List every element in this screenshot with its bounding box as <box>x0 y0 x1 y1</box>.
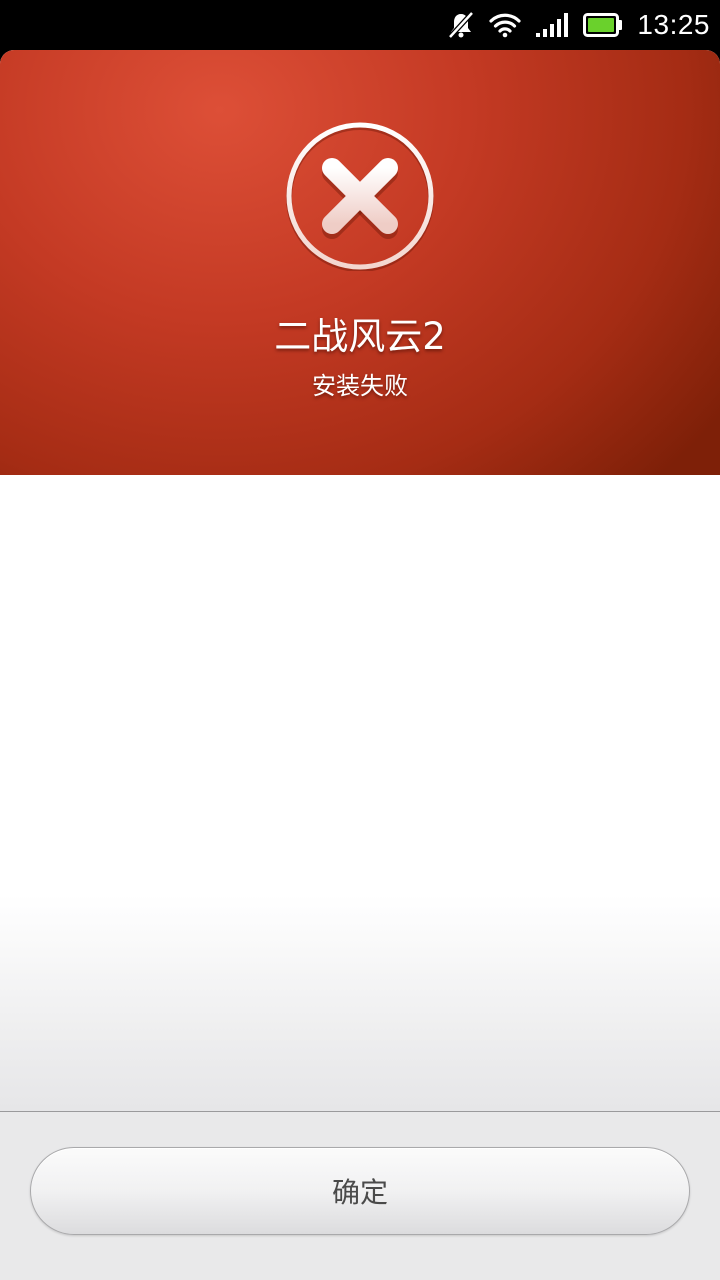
app-name: 二战风云2 <box>274 315 446 358</box>
status-icons: 13:25 <box>447 0 710 50</box>
notifications-muted-icon <box>447 11 475 39</box>
confirm-button[interactable]: 确定 <box>30 1147 690 1235</box>
screen: 13:25 二战风云2 安装失败 确定 <box>0 0 720 1280</box>
wifi-icon <box>489 12 522 38</box>
status-time: 13:25 <box>637 9 710 40</box>
result-header: 二战风云2 安装失败 <box>0 50 720 475</box>
close-x-icon <box>285 121 435 272</box>
battery-icon <box>583 13 623 37</box>
install-status-message: 安装失败 <box>312 372 408 400</box>
dialog-footer: 确定 <box>0 1111 720 1280</box>
status-bar: 13:25 <box>0 0 720 50</box>
content-area <box>0 475 720 1111</box>
install-result-dialog: 二战风云2 安装失败 确定 <box>0 50 720 1280</box>
signal-icon <box>535 12 569 38</box>
